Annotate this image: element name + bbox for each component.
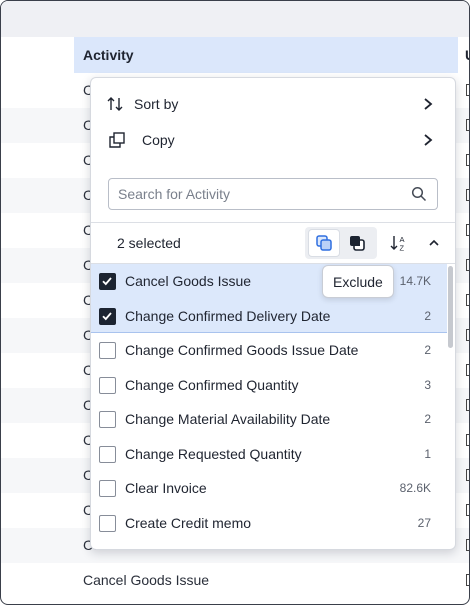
- checkmark-icon: [102, 311, 112, 320]
- table-row[interactable]: Cancel Goods Issue: [1, 563, 469, 598]
- column-header-label: Activity: [83, 47, 134, 63]
- list-item-count: 2: [424, 412, 431, 426]
- next-column-cell-fragment: [466, 154, 469, 166]
- list-item[interactable]: Change Confirmed Delivery Date 2: [91, 298, 447, 333]
- sort-by-label: Sort by: [134, 96, 179, 112]
- next-column-cell-fragment: [466, 469, 469, 481]
- list-item-label: Cancel Goods Issue: [125, 273, 252, 289]
- checkbox-checked[interactable]: [99, 273, 116, 290]
- copy-menu-item[interactable]: Copy: [91, 122, 455, 158]
- activity-cell: Cancel Goods Issue: [83, 572, 210, 588]
- sort-arrows-icon: [107, 97, 123, 111]
- chevron-right-icon: [424, 134, 433, 146]
- next-column-cell-fragment: [466, 294, 469, 306]
- checkbox[interactable]: [99, 376, 116, 394]
- list-item-label: Create Credit memo: [125, 514, 252, 531]
- checkbox[interactable]: [99, 342, 116, 359]
- list-item-count: 2: [424, 308, 431, 323]
- list-item-count: 3: [424, 377, 431, 392]
- next-column-cell-fragment: [466, 259, 469, 271]
- list-item[interactable]: Change Confirmed Goods Issue Date 2: [91, 333, 447, 368]
- list-item-count: 82.6K: [399, 481, 431, 495]
- list-item-count: 14.7K: [399, 274, 431, 288]
- list-item[interactable]: Change Material Availability Date 2: [91, 402, 447, 437]
- next-column-cell-fragment: [466, 189, 469, 201]
- table-header: Activity U: [1, 37, 469, 73]
- divider: [91, 222, 455, 223]
- next-column-cell-fragment: [466, 434, 469, 446]
- list-scrollbar[interactable]: [448, 266, 453, 348]
- exclude-button[interactable]: [342, 230, 372, 256]
- svg-text:Z: Z: [400, 244, 405, 253]
- list-item-label: Change Confirmed Goods Issue Date: [125, 342, 359, 358]
- next-column-cell-fragment: [466, 574, 469, 586]
- list-item-count: 1: [424, 446, 431, 461]
- activity-value-list: Cancel Goods Issue 14.7K Change Confirmed …: [91, 264, 447, 540]
- list-item-label: Change Requested Quantity: [125, 445, 302, 462]
- top-band: [1, 1, 469, 37]
- next-column-cell-fragment: [466, 329, 469, 341]
- chevron-up-icon[interactable]: [427, 236, 441, 250]
- next-column-cell-fragment: [466, 399, 469, 411]
- include-button[interactable]: [309, 230, 339, 256]
- copy-icon: [109, 132, 125, 148]
- selected-count: 2 selected: [117, 235, 181, 251]
- list-item[interactable]: Change Confirmed Quantity 3: [91, 368, 447, 403]
- checkbox[interactable]: [99, 411, 116, 428]
- copy-label: Copy: [142, 132, 175, 148]
- search-input[interactable]: [118, 179, 398, 209]
- sort-by-menu-item[interactable]: Sort by: [91, 86, 455, 122]
- search-icon[interactable]: [411, 186, 427, 202]
- chevron-right-icon: [424, 98, 433, 110]
- include-exclude-toggle: [305, 227, 377, 259]
- checkmark-icon: [102, 277, 112, 286]
- list-item[interactable]: Change Requested Quantity 1: [91, 437, 447, 472]
- next-column-cell-fragment: [466, 539, 469, 551]
- list-item-label: Change Confirmed Quantity: [125, 376, 299, 393]
- list-item-count: 27: [417, 515, 431, 530]
- exclude-overlap-icon: [350, 236, 365, 251]
- next-column-cell-fragment: [466, 119, 469, 131]
- list-item-label: Clear Invoice: [125, 480, 207, 496]
- sort-az-icon[interactable]: A Z: [389, 233, 409, 253]
- checkbox-checked[interactable]: [99, 307, 116, 325]
- list-item[interactable]: Clear Invoice 82.6K: [91, 471, 447, 506]
- exclude-tooltip: Exclude: [322, 265, 394, 298]
- selection-toolbar: 2 selected A Z: [91, 224, 455, 262]
- next-column-cell-fragment: [466, 84, 469, 96]
- list-item[interactable]: Create Credit memo 27: [91, 506, 447, 541]
- search-box: [108, 178, 438, 210]
- checkbox[interactable]: [99, 514, 116, 532]
- checkbox[interactable]: [99, 445, 116, 463]
- next-column-cell-fragment: [466, 224, 469, 236]
- list-item-count: 2: [424, 343, 431, 357]
- column-header-activity[interactable]: Activity: [74, 37, 458, 73]
- include-overlap-icon: [316, 235, 332, 251]
- list-item-label: Change Material Availability Date: [125, 411, 331, 427]
- checkbox[interactable]: [99, 480, 116, 497]
- next-column-cell-fragment: [466, 364, 469, 376]
- app-frame: Activity U CCCCCCCCCCCCCCancel Goods Iss…: [0, 0, 470, 605]
- column-header-next[interactable]: U: [465, 37, 469, 73]
- next-column-cell-fragment: [466, 504, 469, 516]
- column-filter-dropdown: Sort by Copy 2 selected: [90, 77, 456, 550]
- list-item-label: Change Confirmed Delivery Date: [125, 307, 331, 324]
